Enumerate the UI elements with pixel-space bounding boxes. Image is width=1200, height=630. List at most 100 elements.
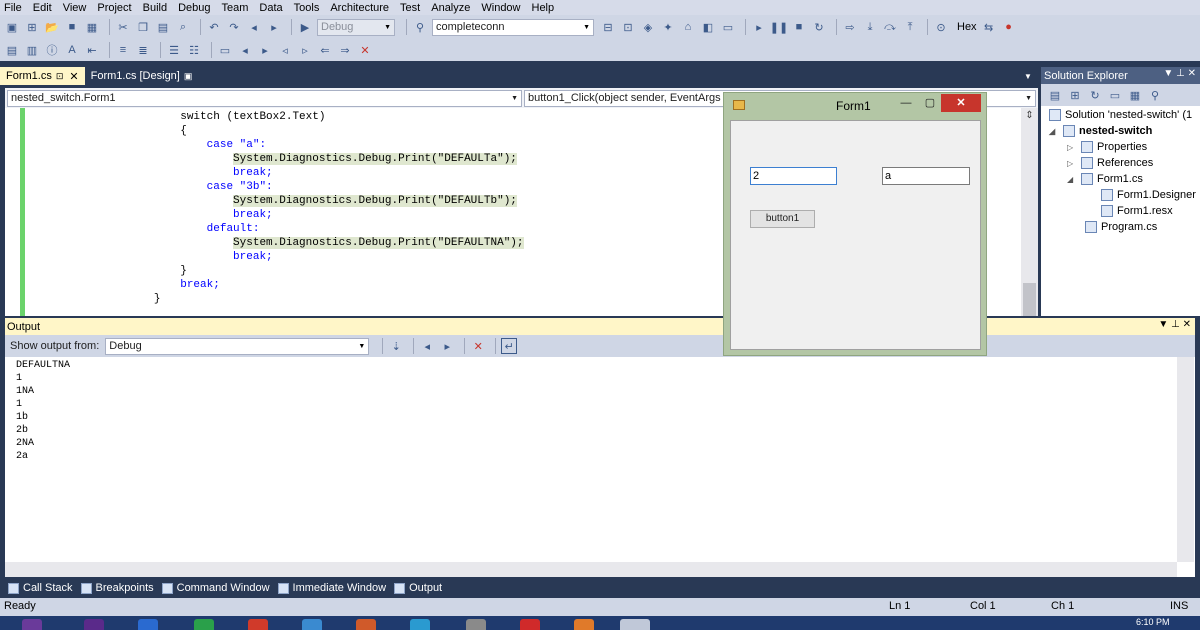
solution-explorer-icon[interactable]: ⊟	[600, 19, 616, 35]
go-to-previous-message-icon[interactable]: ◂	[419, 338, 435, 354]
menu-architecture[interactable]: Architecture	[330, 1, 389, 15]
breakpoints-icon[interactable]: ●	[1001, 19, 1017, 35]
copy-icon[interactable]: ❐	[135, 19, 151, 35]
undo-icon[interactable]: ↶	[206, 19, 222, 35]
visual-studio-taskbar-icon[interactable]	[84, 619, 104, 630]
break-all-icon[interactable]: ❚❚	[770, 19, 788, 35]
menu-project[interactable]: Project	[97, 1, 131, 15]
save-all-icon[interactable]: ▦	[84, 19, 100, 35]
split-window-icon[interactable]: ⇕	[1023, 110, 1036, 123]
threads-icon[interactable]: ⇆	[981, 19, 997, 35]
display-object-member-list-icon[interactable]: ▤	[4, 42, 20, 58]
tree-item-form1-cs[interactable]: ◢ Form1.cs	[1067, 171, 1143, 187]
tab-output[interactable]: Output	[394, 582, 442, 594]
panel-dropdown-icon[interactable]: ▼	[1158, 319, 1168, 330]
tree-item-solution[interactable]: Solution 'nested-switch' (1	[1049, 107, 1192, 123]
tab-breakpoints[interactable]: Breakpoints	[80, 582, 154, 594]
menu-analyze[interactable]: Analyze	[431, 1, 470, 15]
taskbar-app-icon[interactable]	[22, 619, 42, 630]
tree-item-references[interactable]: ▷ References	[1067, 155, 1153, 171]
hex-toggle[interactable]: Hex	[957, 21, 977, 33]
editor-vertical-scrollbar[interactable]: ⇕	[1021, 108, 1038, 316]
taskbar-clock[interactable]: 6:10 PM	[1136, 617, 1170, 627]
tab-immediate-window[interactable]: Immediate Window	[277, 582, 386, 594]
more-tools-icon[interactable]: ▭	[720, 19, 736, 35]
tab-call-stack[interactable]: Call Stack	[8, 582, 73, 594]
view-class-diagram-icon[interactable]: ⚲	[1147, 87, 1163, 103]
taskbar-app-icon[interactable]	[410, 619, 430, 630]
taskbar-app-icon[interactable]	[520, 619, 540, 630]
next-bookmark-icon[interactable]: ▸	[257, 42, 273, 58]
tree-item-project[interactable]: ◢ nested-switch	[1049, 123, 1152, 139]
menu-file[interactable]: File	[4, 1, 22, 15]
taskbar-app-icon[interactable]	[138, 619, 158, 630]
tree-item-form1-resx[interactable]: Form1.resx	[1101, 203, 1173, 219]
find-combo[interactable]: completeconn ▼	[432, 18, 594, 36]
step-into-icon[interactable]: ⤓	[862, 19, 878, 35]
menu-debug[interactable]: Debug	[178, 1, 210, 15]
refresh-icon[interactable]: ↻	[1087, 87, 1103, 103]
output-text-area[interactable]: DEFAULTNA 1 1NA 1 1b 2b 2NA 2a	[5, 357, 1195, 577]
clear-all-icon[interactable]: ✕	[470, 338, 486, 354]
view-designer-icon[interactable]: ▦	[1127, 87, 1143, 103]
tree-item-form1-designer[interactable]: Form1.Designer	[1101, 187, 1196, 203]
cut-icon[interactable]: ✂	[115, 19, 131, 35]
display-word-completion-icon[interactable]: A	[64, 42, 80, 58]
collapse-icon[interactable]: ◢	[1067, 175, 1077, 184]
toggle-bookmark-icon[interactable]: ▭	[217, 42, 233, 58]
find-message-in-code-icon[interactable]: ⇣	[388, 338, 404, 354]
add-item-icon[interactable]: ⊞	[24, 19, 40, 35]
tree-item-program-cs[interactable]: Program.cs	[1085, 219, 1157, 235]
close-icon[interactable]: ✕	[69, 70, 78, 83]
properties-icon[interactable]: ▤	[1047, 87, 1063, 103]
quick-watch-icon[interactable]: ⊙	[933, 19, 949, 35]
previous-bookmark-document-icon[interactable]: ⇐	[317, 42, 333, 58]
pin-icon[interactable]: ⊥	[1176, 68, 1185, 79]
decrease-indent-icon[interactable]: ⇤	[84, 42, 100, 58]
taskbar-app-icon[interactable]	[302, 619, 322, 630]
navigate-forward-icon[interactable]: ▸	[266, 19, 282, 35]
find-icon[interactable]: ⌕	[175, 19, 191, 35]
output-source-select[interactable]: Debug ▼	[105, 337, 370, 355]
code-text[interactable]: switch (textBox2.Text) { case "a": Syste…	[35, 110, 524, 306]
show-all-files-icon[interactable]: ⊞	[1067, 87, 1083, 103]
display-quick-info-icon[interactable]: ⓘ	[44, 42, 60, 58]
paste-icon[interactable]: ▤	[155, 19, 171, 35]
taskbar-app-icon[interactable]	[248, 619, 268, 630]
configuration-select[interactable]: Debug ▼	[317, 18, 395, 36]
pin-icon[interactable]: ⊡	[56, 71, 64, 82]
align-right-icon[interactable]: ☷	[186, 42, 202, 58]
tab-overflow-dropdown-icon[interactable]: ▼	[1024, 72, 1032, 81]
restart-icon[interactable]: ↻	[811, 19, 827, 35]
taskbar-app-icon[interactable]	[194, 619, 214, 630]
extension-manager-icon[interactable]: ◧	[700, 19, 716, 35]
new-project-icon[interactable]: ▣	[4, 19, 20, 35]
menu-tools[interactable]: Tools	[294, 1, 320, 15]
output-vertical-scrollbar[interactable]	[1177, 357, 1194, 562]
panel-dropdown-icon[interactable]: ▼	[1163, 68, 1173, 79]
object-browser-icon[interactable]: ◈	[640, 19, 656, 35]
textbox2-input[interactable]	[882, 167, 970, 185]
menu-data[interactable]: Data	[259, 1, 282, 15]
textbox1-input[interactable]	[750, 167, 837, 185]
stop-debugging-icon[interactable]: ■	[791, 19, 807, 35]
clear-bookmarks-icon[interactable]: ✕	[357, 42, 373, 58]
align-left-icon[interactable]: ☰	[166, 42, 182, 58]
pin-icon[interactable]: ⊥	[1171, 319, 1180, 330]
maximize-button[interactable]: ▢	[923, 94, 937, 112]
menu-window[interactable]: Window	[481, 1, 520, 15]
toggle-word-wrap-icon[interactable]: ↵	[501, 338, 518, 354]
uncomment-icon[interactable]: ≣	[135, 42, 151, 58]
minimize-button[interactable]: —	[899, 94, 913, 112]
class-combo[interactable]: nested_switch.Form1 ▼	[7, 89, 522, 107]
display-parameter-info-icon[interactable]: ▥	[24, 42, 40, 58]
menu-view[interactable]: View	[63, 1, 87, 15]
navigate-backward-icon[interactable]: ◂	[246, 19, 262, 35]
tab-form1-cs[interactable]: Form1.cs ⊡ ✕	[0, 67, 85, 85]
firefox-taskbar-icon[interactable]	[574, 619, 594, 630]
close-button[interactable]: ✕	[941, 94, 981, 112]
show-next-statement-icon[interactable]: ⇨	[842, 19, 858, 35]
expand-icon[interactable]: ▷	[1067, 143, 1077, 152]
expand-icon[interactable]: ▷	[1067, 159, 1077, 168]
redo-icon[interactable]: ↷	[226, 19, 242, 35]
